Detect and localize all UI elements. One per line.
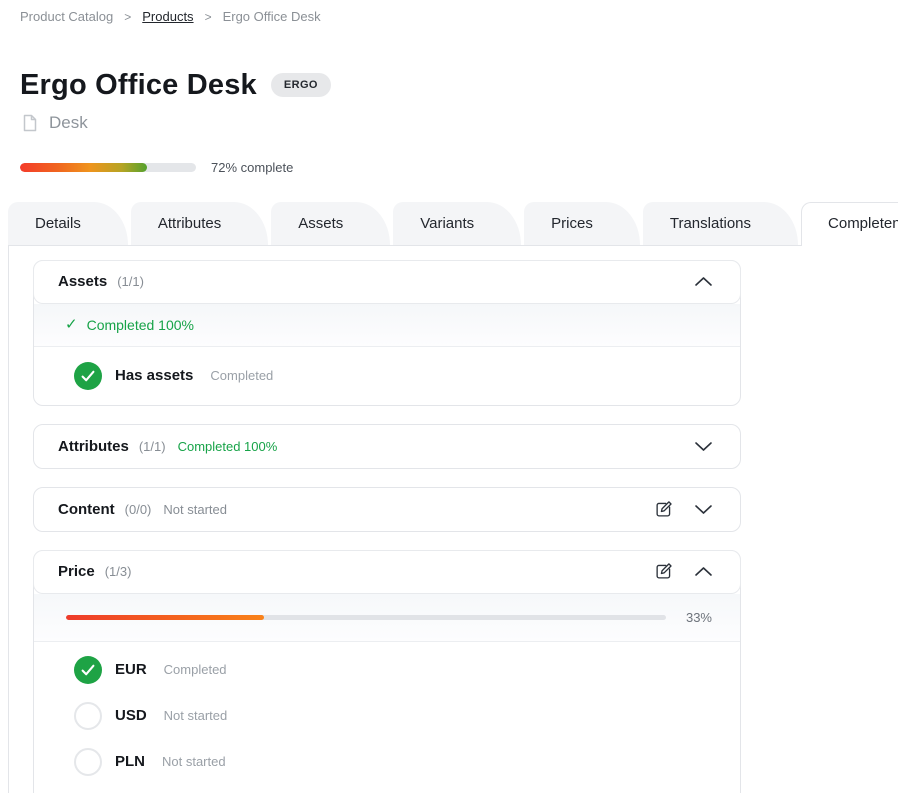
tab-completeness[interactable]: Completeness bbox=[801, 202, 898, 246]
list-item: EUR Completed bbox=[34, 647, 740, 693]
chevron-up-icon[interactable] bbox=[690, 559, 716, 585]
attributes-section-header[interactable]: Attributes (1/1) Completed 100% bbox=[34, 425, 740, 468]
overall-progress-bar bbox=[20, 163, 196, 172]
section-count: (1/1) bbox=[117, 274, 144, 289]
completeness-section-content: Content (0/0) Not started bbox=[33, 487, 741, 532]
completed-check-circle-icon bbox=[74, 656, 102, 684]
price-progress-label: 33% bbox=[682, 610, 712, 625]
item-label: USD bbox=[115, 707, 147, 724]
product-template-row: Desk bbox=[20, 113, 898, 133]
chevron-down-icon[interactable] bbox=[690, 496, 716, 522]
page-header: Ergo Office Desk ERGO Desk bbox=[20, 70, 898, 133]
edit-icon[interactable] bbox=[650, 496, 676, 522]
price-progress-fill bbox=[66, 615, 264, 620]
tab-attributes[interactable]: Attributes bbox=[131, 202, 268, 245]
assets-section-header[interactable]: Assets (1/1) bbox=[33, 260, 741, 304]
breadcrumb-products-link[interactable]: Products bbox=[142, 9, 193, 24]
list-item: Has assets Completed bbox=[34, 347, 740, 405]
completeness-panel: Assets (1/1) ✓ Completed 100% Has assets… bbox=[8, 245, 898, 793]
edit-icon[interactable] bbox=[650, 559, 676, 585]
not-started-circle-icon bbox=[74, 702, 102, 730]
list-item: USD Not started bbox=[34, 693, 740, 739]
chevron-down-icon[interactable] bbox=[690, 433, 716, 459]
sku-badge: ERGO bbox=[271, 73, 331, 97]
list-item: PLN Not started bbox=[34, 739, 740, 785]
price-progress-row: 33% bbox=[34, 594, 740, 642]
section-count: (1/3) bbox=[105, 564, 132, 579]
item-status: Not started bbox=[162, 754, 226, 769]
completeness-section-price: Price (1/3) 33% bbox=[33, 550, 741, 793]
item-label: EUR bbox=[115, 661, 147, 678]
assets-status-row: ✓ Completed 100% bbox=[34, 304, 740, 347]
completeness-section-assets: Assets (1/1) ✓ Completed 100% Has assets… bbox=[33, 260, 741, 406]
item-status: Completed bbox=[164, 662, 227, 677]
completed-check-circle-icon bbox=[74, 362, 102, 390]
section-title: Content bbox=[58, 501, 115, 518]
price-section-header[interactable]: Price (1/3) bbox=[33, 550, 741, 594]
tab-details[interactable]: Details bbox=[8, 202, 128, 245]
section-count: (1/1) bbox=[139, 439, 166, 454]
item-status: Completed bbox=[210, 368, 273, 383]
breadcrumb: Product Catalog > Products > Ergo Office… bbox=[0, 0, 898, 24]
section-status-text: Not started bbox=[163, 502, 227, 517]
section-count: (0/0) bbox=[125, 502, 152, 517]
not-started-circle-icon bbox=[74, 748, 102, 776]
completeness-section-attributes: Attributes (1/1) Completed 100% bbox=[33, 424, 741, 469]
tab-prices[interactable]: Prices bbox=[524, 202, 640, 245]
tab-bar: Details Attributes Assets Variants Price… bbox=[8, 201, 898, 245]
section-status-text: Completed 100% bbox=[178, 439, 278, 454]
item-label: PLN bbox=[115, 753, 145, 770]
overall-progress-label: 72% complete bbox=[211, 160, 293, 175]
section-title: Attributes bbox=[58, 438, 129, 455]
item-label: Has assets bbox=[115, 367, 193, 384]
section-title: Assets bbox=[58, 273, 107, 290]
item-status: Not started bbox=[164, 708, 228, 723]
content-section-header[interactable]: Content (0/0) Not started bbox=[34, 488, 740, 531]
price-progress-bar bbox=[66, 615, 666, 620]
tab-translations[interactable]: Translations bbox=[643, 202, 798, 245]
tab-variants[interactable]: Variants bbox=[393, 202, 521, 245]
overall-progress: 72% complete bbox=[20, 160, 898, 175]
check-icon: ✓ bbox=[65, 317, 78, 332]
section-title: Price bbox=[58, 563, 95, 580]
product-template-label: Desk bbox=[49, 113, 88, 133]
breadcrumb-current-page: Ergo Office Desk bbox=[223, 9, 321, 24]
page-title: Ergo Office Desk bbox=[20, 70, 257, 102]
chevron-up-icon[interactable] bbox=[690, 269, 716, 295]
overall-progress-fill bbox=[20, 163, 147, 172]
breadcrumb-separator: > bbox=[124, 10, 131, 24]
assets-status-text: Completed 100% bbox=[87, 317, 194, 333]
document-icon bbox=[20, 113, 40, 133]
breadcrumb-separator: > bbox=[205, 10, 212, 24]
tab-assets[interactable]: Assets bbox=[271, 202, 390, 245]
breadcrumb-product-catalog[interactable]: Product Catalog bbox=[20, 9, 113, 24]
